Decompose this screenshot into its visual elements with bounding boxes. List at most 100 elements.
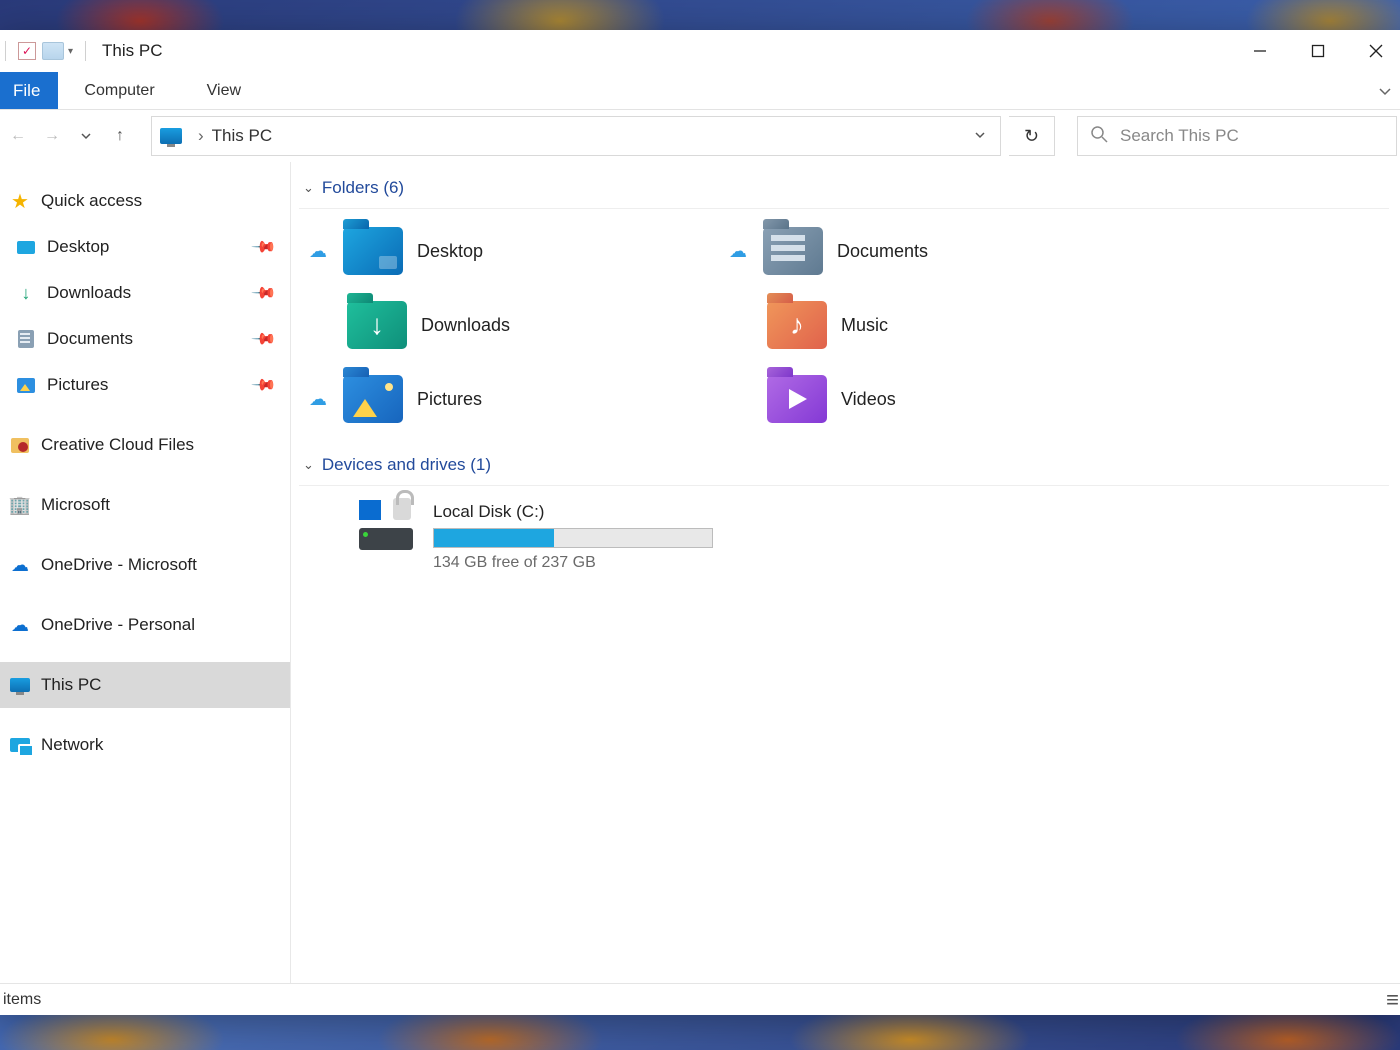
drive-status: 134 GB free of 237 GB xyxy=(433,554,713,572)
refresh-button[interactable]: ↻ xyxy=(1009,116,1055,156)
pictures-folder-icon xyxy=(343,375,403,423)
back-button[interactable]: ← xyxy=(3,118,33,154)
navigation-pane[interactable]: ★ Quick access Desktop 📌 ↓ Downloads 📌 D… xyxy=(0,162,291,1015)
sidebar-item-documents[interactable]: Documents 📌 xyxy=(0,316,290,362)
cloud-sync-icon: ☁ xyxy=(309,389,333,410)
sidebar-item-label: Desktop xyxy=(47,237,109,257)
videos-folder-icon xyxy=(767,375,827,423)
sidebar-item-label: This PC xyxy=(41,675,101,695)
folder-documents[interactable]: ☁ Documents xyxy=(729,227,1149,275)
details-view-icon[interactable]: ≡ xyxy=(1386,987,1397,1013)
up-button[interactable]: ↑ xyxy=(105,118,135,154)
file-explorer-window: ✓ ▾ This PC File Computer View ← → ↑ › T… xyxy=(0,30,1400,1015)
section-label: Folders (6) xyxy=(322,178,404,198)
folder-label: Desktop xyxy=(417,241,483,262)
titlebar-separator xyxy=(85,41,86,61)
section-header-drives[interactable]: ⌄ Devices and drives (1) xyxy=(299,449,1389,486)
folder-desktop[interactable]: ☁ Desktop xyxy=(309,227,729,275)
tab-computer[interactable]: Computer xyxy=(58,72,180,109)
qat-customize-icon[interactable]: ▾ xyxy=(68,46,73,57)
sidebar-item-network[interactable]: Network xyxy=(0,722,290,768)
sidebar-item-label: Downloads xyxy=(47,283,131,303)
ribbon-expand-icon[interactable] xyxy=(1365,72,1400,109)
this-pc-icon xyxy=(160,128,182,144)
tab-file[interactable]: File xyxy=(0,72,58,109)
pictures-icon xyxy=(15,374,37,396)
content-pane[interactable]: ⌄ Folders (6) ☁ Desktop ☁ Documents Download… xyxy=(291,162,1400,1015)
address-location[interactable]: This PC xyxy=(212,126,272,146)
address-bar[interactable]: › This PC xyxy=(151,116,1001,156)
folder-label: Downloads xyxy=(421,315,510,336)
network-icon xyxy=(9,734,31,756)
titlebar-separator xyxy=(5,41,6,61)
recent-locations-button[interactable] xyxy=(71,118,101,154)
section-header-folders[interactable]: ⌄ Folders (6) xyxy=(299,172,1389,209)
sidebar-item-label: Quick access xyxy=(41,191,142,211)
titlebar[interactable]: ✓ ▾ This PC xyxy=(0,30,1400,72)
window-title: This PC xyxy=(102,41,162,61)
sidebar-item-label: Microsoft xyxy=(41,495,110,515)
address-dropdown-icon[interactable] xyxy=(968,126,992,146)
sidebar-item-creative-cloud[interactable]: Creative Cloud Files xyxy=(0,422,290,468)
search-box[interactable]: Search This PC xyxy=(1077,116,1397,156)
folder-videos[interactable]: Videos xyxy=(729,375,1149,423)
sidebar-item-label: Pictures xyxy=(47,375,108,395)
close-button[interactable] xyxy=(1347,30,1400,72)
documents-folder-icon xyxy=(763,227,823,275)
documents-icon xyxy=(15,328,37,350)
downloads-icon: ↓ xyxy=(15,282,37,304)
drive-item[interactable]: Local Disk (C:) 134 GB free of 237 GB xyxy=(299,486,1400,572)
section-label: Devices and drives (1) xyxy=(322,455,491,475)
sidebar-item-pictures[interactable]: Pictures 📌 xyxy=(0,362,290,408)
pin-icon: 📌 xyxy=(250,233,278,261)
cloud-sync-icon: ☁ xyxy=(729,241,753,262)
sidebar-quick-access[interactable]: ★ Quick access xyxy=(0,178,290,224)
downloads-folder-icon xyxy=(347,301,407,349)
cloud-sync-icon: ☁ xyxy=(309,241,333,262)
search-icon xyxy=(1090,125,1108,148)
desktop-icon xyxy=(15,236,37,258)
sidebar-item-downloads[interactable]: ↓ Downloads 📌 xyxy=(0,270,290,316)
folder-label: Pictures xyxy=(417,389,482,410)
statusbar-items: items xyxy=(3,991,41,1009)
qat-properties-icon[interactable]: ✓ xyxy=(18,42,36,60)
drive-name: Local Disk (C:) xyxy=(433,502,713,522)
local-disk-icon xyxy=(359,502,419,550)
folder-music[interactable]: Music xyxy=(729,301,1149,349)
sidebar-item-microsoft[interactable]: 🏢 Microsoft xyxy=(0,482,290,528)
music-folder-icon xyxy=(767,301,827,349)
onedrive-icon: ☁ xyxy=(9,554,31,576)
folder-label: Videos xyxy=(841,389,896,410)
sidebar-item-label: OneDrive - Personal xyxy=(41,615,195,635)
navigation-row: ← → ↑ › This PC ↻ Search This PC xyxy=(0,110,1400,162)
breadcrumb-separator-icon: › xyxy=(190,126,212,146)
pin-icon: 📌 xyxy=(250,371,278,399)
pin-icon: 📌 xyxy=(250,325,278,353)
sidebar-item-onedrive-ms[interactable]: ☁ OneDrive - Microsoft xyxy=(0,542,290,588)
qat-newfolder-icon[interactable] xyxy=(42,42,64,60)
building-icon: 🏢 xyxy=(9,494,31,516)
pin-icon: 📌 xyxy=(250,279,278,307)
sidebar-item-label: Documents xyxy=(47,329,133,349)
tab-view[interactable]: View xyxy=(181,72,267,109)
chevron-down-icon: ⌄ xyxy=(303,457,314,473)
folder-pictures[interactable]: ☁ Pictures xyxy=(309,375,729,423)
sidebar-item-label: Network xyxy=(41,735,103,755)
forward-button[interactable]: → xyxy=(37,118,67,154)
folder-downloads[interactable]: Downloads xyxy=(309,301,729,349)
desktop-folder-icon xyxy=(343,227,403,275)
creative-cloud-icon xyxy=(9,434,31,456)
status-bar: items ≡ xyxy=(0,983,1400,1015)
folder-label: Music xyxy=(841,315,888,336)
onedrive-icon: ☁ xyxy=(9,614,31,636)
sidebar-item-label: OneDrive - Microsoft xyxy=(41,555,197,575)
sidebar-item-this-pc[interactable]: This PC xyxy=(0,662,290,708)
maximize-button[interactable] xyxy=(1289,30,1347,72)
minimize-button[interactable] xyxy=(1231,30,1289,72)
sidebar-item-label: Creative Cloud Files xyxy=(41,435,194,455)
sidebar-item-onedrive-personal[interactable]: ☁ OneDrive - Personal xyxy=(0,602,290,648)
folder-label: Documents xyxy=(837,241,928,262)
sidebar-item-desktop[interactable]: Desktop 📌 xyxy=(0,224,290,270)
star-icon: ★ xyxy=(9,190,31,212)
chevron-down-icon: ⌄ xyxy=(303,180,314,196)
